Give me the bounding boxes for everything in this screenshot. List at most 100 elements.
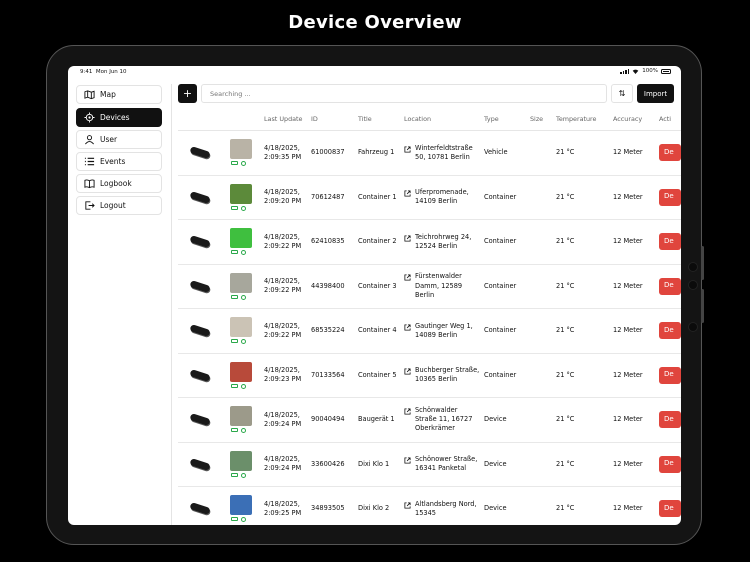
delete-button[interactable]: De [659,455,681,473]
header-title[interactable]: Title [355,108,401,131]
search-input[interactable] [208,88,606,99]
accuracy-cell: 12 Meter [610,264,656,309]
table-row[interactable]: 4/18/2025, 2:09:35 PM 61000837 Fahrzeug 1 W… [178,130,681,176]
actions-cell: De [656,442,681,487]
id-cell: 34893505 [308,486,355,525]
sort-button[interactable]: ⇅ [611,84,633,103]
header-location[interactable]: Location [401,108,481,131]
location-text[interactable]: Gautinger Weg 1, 14089 Berlin [415,322,481,340]
battery-status-icon [231,294,238,299]
volume-button [701,246,704,280]
external-link-icon[interactable] [404,368,411,378]
delete-button[interactable]: De [659,144,681,162]
photo-cell [225,130,261,176]
device-photo[interactable] [230,495,252,516]
battery-percent: 100% [642,68,658,74]
location-text[interactable]: Uferpromenade, 14109 Berlin [415,188,481,206]
signal-icon [620,68,630,74]
external-link-icon[interactable] [404,190,411,200]
device-photo[interactable] [230,228,252,249]
delete-button[interactable]: De [659,500,681,518]
header-id[interactable]: ID [308,108,355,131]
external-link-icon[interactable] [404,324,411,334]
table-header-row: Last Update ID Title Location Type Size … [178,108,681,131]
table-row[interactable]: 4/18/2025, 2:09:24 PM 33600426 Dixi Klo 1 S… [178,442,681,487]
device-photo[interactable] [230,272,252,293]
battery-status-icon [231,250,238,255]
external-link-icon[interactable] [404,408,411,418]
header-temperature[interactable]: Temperature [553,108,610,131]
battery-status-icon [231,428,238,433]
sidebar-item-events[interactable]: Events [76,152,162,171]
tracker-cell [178,308,225,354]
add-device-button[interactable]: + [178,84,197,103]
sidebar-item-devices[interactable]: Devices [76,108,162,127]
tracker-device-image [189,502,211,516]
delete-button[interactable]: De [659,277,681,295]
last-update-cell: 4/18/2025, 2:09:25 PM [261,486,308,525]
volume-button-2 [701,289,704,323]
title-cell: Dixi Klo 2 [355,486,401,525]
external-link-icon[interactable] [404,502,411,512]
actions-cell: De [656,397,681,443]
temperature-cell: 21 °C [553,486,610,525]
battery-status-icon [231,383,238,388]
device-photo[interactable] [230,450,252,471]
actions-cell: De [656,219,681,265]
external-link-icon[interactable] [404,146,411,156]
device-photo[interactable] [230,406,252,427]
external-link-icon[interactable] [404,274,411,284]
device-photo[interactable] [230,361,252,382]
delete-button[interactable]: De [659,322,681,340]
photo-cell [225,353,261,398]
signal-status-icon [241,294,246,300]
table-row[interactable]: 4/18/2025, 2:09:24 PM 90040494 Baugerät 1 S… [178,397,681,443]
sensor-dot [688,280,698,290]
status-icons: 100% [620,68,671,74]
location-cell: Schönower Straße, 16341 Panketal [401,442,481,487]
table-row[interactable]: 4/18/2025, 2:09:22 PM 68535224 Container 4… [178,308,681,354]
logout-icon [83,200,95,212]
location-text[interactable]: Fürstenwalder Damm, 12589 Berlin [415,272,481,300]
header-accuracy[interactable]: Accuracy [610,108,656,131]
search-field[interactable] [201,84,607,103]
sidebar-item-logout[interactable]: Logout [76,196,162,215]
table-row[interactable]: 4/18/2025, 2:09:22 PM 62410835 Container 2… [178,219,681,265]
photo-cell [225,442,261,487]
location-text[interactable]: Schönwalder Straße 11, 16727 Oberkrämer [415,406,481,434]
delete-button[interactable]: De [659,411,681,429]
tracker-device-image [189,324,211,338]
photo-cell [225,486,261,525]
tracker-cell [178,397,225,443]
table-row[interactable]: 4/18/2025, 2:09:22 PM 44398400 Container 3… [178,264,681,309]
table-row[interactable]: 4/18/2025, 2:09:25 PM 34893505 Dixi Klo 2 A… [178,486,681,525]
device-photo[interactable] [230,183,252,204]
location-text[interactable]: Teichrohrweg 24, 12524 Berlin [415,233,481,251]
delete-button[interactable]: De [659,233,681,251]
delete-button[interactable]: De [659,188,681,206]
device-photo[interactable] [230,317,252,338]
sidebar-item-logbook[interactable]: Logbook [76,174,162,193]
header-size[interactable]: Size [527,108,553,131]
table-row[interactable]: 4/18/2025, 2:09:20 PM 70612487 Container 1… [178,175,681,220]
external-link-icon[interactable] [404,457,411,467]
device-photo[interactable] [230,139,252,160]
location-text[interactable]: Altlandsberg Nord, 15345 [415,500,481,518]
size-cell [527,130,553,176]
table-row[interactable]: 4/18/2025, 2:09:23 PM 70133564 Container 5… [178,353,681,398]
size-cell [527,175,553,220]
sidebar-item-user[interactable]: User [76,130,162,149]
external-link-icon[interactable] [404,235,411,245]
location-cell: Altlandsberg Nord, 15345 [401,486,481,525]
location-text[interactable]: Buchberger Straße, 10365 Berlin [415,366,481,384]
title-cell: Container 1 [355,175,401,220]
header-last-update[interactable]: Last Update [261,108,308,131]
id-cell: 90040494 [308,397,355,443]
import-button[interactable]: Import [637,84,674,103]
location-text[interactable]: Winterfeldtstraße 50, 10781 Berlin [415,144,481,162]
delete-button[interactable]: De [659,366,681,384]
sidebar-item-map[interactable]: Map [76,85,162,104]
header-type[interactable]: Type [481,108,527,131]
location-text[interactable]: Schönower Straße, 16341 Panketal [415,455,481,473]
list-icon [83,156,95,168]
